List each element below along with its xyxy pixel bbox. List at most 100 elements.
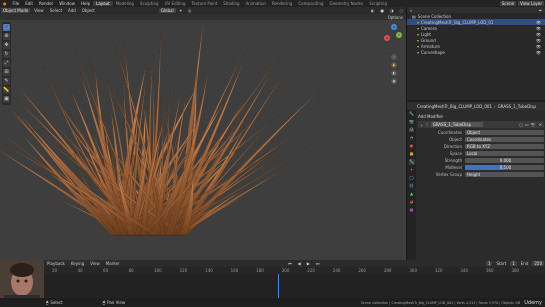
property-field[interactable]: Coordinates xyxy=(465,136,544,142)
gizmo-z-icon[interactable]: Z xyxy=(391,24,397,30)
timeline-menu-view[interactable]: View xyxy=(87,261,103,266)
add-cube-icon[interactable]: ▣ xyxy=(3,96,10,103)
tab-modeling[interactable]: Modeling xyxy=(113,1,137,6)
modifier-tab-icon[interactable]: 🔧 xyxy=(408,159,415,165)
grid-view-icon[interactable]: ▦ xyxy=(391,78,397,84)
camera-view-icon[interactable]: ◧ xyxy=(391,70,397,76)
tab-rendering[interactable]: Rendering xyxy=(269,1,295,6)
menu-render[interactable]: Render xyxy=(36,1,56,6)
visibility-eye-icon[interactable]: 👁 xyxy=(536,20,541,25)
property-field[interactable]: RGB to XYZ xyxy=(465,143,544,149)
blender-logo-icon[interactable]: ● xyxy=(0,1,10,6)
tab-layout[interactable]: Layout xyxy=(93,1,113,6)
navigation-gizmo[interactable]: Z Y X ⌕ ✋ ◧ ▦ xyxy=(382,24,404,104)
annotate-icon[interactable]: ✎ xyxy=(3,78,10,85)
proportional-edit-icon[interactable]: ◎ xyxy=(185,8,195,13)
modifier-name-field[interactable]: GRASS_1_TubeDisp xyxy=(430,122,483,127)
3d-viewport[interactable] xyxy=(0,20,406,260)
viewport-toggle-icon[interactable]: ▭ xyxy=(525,122,529,127)
outliner-item[interactable]: ▾ Curveshape 👁 xyxy=(407,49,545,55)
add-modifier-button[interactable]: Add Modifier xyxy=(418,114,443,119)
view-layer-selector[interactable]: View Layer xyxy=(518,1,544,6)
outliner-item[interactable]: ▾ CreatingMeshTr_Big_CLUMP_LOD_01 👁 xyxy=(407,19,545,25)
tab-animation[interactable]: Animation xyxy=(243,1,269,6)
jump-end-icon[interactable]: ⏭ xyxy=(313,261,323,266)
tool-tab-icon[interactable]: 🔧 xyxy=(409,111,415,117)
menu-edit[interactable]: Edit xyxy=(22,1,36,6)
play-icon[interactable]: ▶ xyxy=(304,261,313,266)
material-tab-icon[interactable]: ◕ xyxy=(409,199,415,205)
tab-compositing[interactable]: Compositing xyxy=(295,1,326,6)
menu-add[interactable]: Add xyxy=(65,8,79,13)
outliner-item[interactable]: ▾ Ground 👁 xyxy=(407,37,545,43)
menu-help[interactable]: Help xyxy=(78,1,93,6)
menu-view[interactable]: View xyxy=(31,8,47,13)
tab-geometry-nodes[interactable]: Geometry Nodes xyxy=(326,1,366,6)
menu-file[interactable]: File xyxy=(10,1,23,6)
timeline-menu-keying[interactable]: Keying xyxy=(68,261,87,266)
outliner-item[interactable]: ▾ Armature 👁 xyxy=(407,43,545,49)
outliner-item[interactable]: ▾ Camera 👁 xyxy=(407,25,545,31)
visibility-eye-icon[interactable]: 👁 xyxy=(536,50,541,55)
scene-selector[interactable]: Scene xyxy=(499,1,517,6)
scale-icon[interactable]: ⤢ xyxy=(3,60,10,67)
material-shading-icon[interactable]: ◑ xyxy=(387,8,397,13)
end-frame-field[interactable]: 250 xyxy=(532,261,544,266)
data-tab-icon[interactable]: ▲ xyxy=(409,191,415,197)
render-tab-icon[interactable]: 📷 xyxy=(409,119,415,125)
outliner-search-icon[interactable]: ⌕ xyxy=(410,8,412,13)
cursor-icon[interactable]: ⊕ xyxy=(3,33,10,40)
overlay-icon[interactable]: ◐ xyxy=(368,8,378,13)
texture-tab-icon[interactable]: ▦ xyxy=(409,207,415,213)
play-reverse-icon[interactable]: ◀ xyxy=(295,261,304,266)
tab-shading[interactable]: Shading xyxy=(220,1,242,6)
render-toggle-icon[interactable]: 📷 xyxy=(531,122,536,127)
tab-texture-paint[interactable]: Texture Paint xyxy=(188,1,220,6)
snap-icon[interactable]: ⌖ xyxy=(177,8,185,13)
scene-tab-icon[interactable]: ◔ xyxy=(409,135,415,141)
object-tab-icon[interactable]: ■ xyxy=(409,151,415,157)
select-box-icon[interactable]: ⬚ xyxy=(3,24,10,31)
property-field[interactable]: Object xyxy=(465,129,544,135)
tab-scripting[interactable]: Scripting xyxy=(366,1,390,6)
property-field[interactable]: 0.500 xyxy=(465,164,544,170)
mode-selector[interactable]: Object Mode xyxy=(1,8,31,13)
expand-icon[interactable]: ⌄ xyxy=(420,122,423,127)
edit-mode-toggle-icon[interactable]: ▢ xyxy=(519,122,523,127)
move-icon[interactable]: ✥ xyxy=(3,42,10,49)
transform-icon[interactable]: ⊞ xyxy=(3,69,10,76)
measure-icon[interactable]: 📏 xyxy=(3,87,10,94)
constraints-tab-icon[interactable]: ⛓ xyxy=(409,183,415,189)
timeline-menu-marker[interactable]: Marker xyxy=(103,261,123,266)
visibility-eye-icon[interactable]: 👁 xyxy=(536,32,541,37)
visibility-eye-icon[interactable]: 👁 xyxy=(536,44,541,49)
modifier-close-icon[interactable]: ✕ xyxy=(539,122,542,127)
start-frame-field[interactable]: 1 xyxy=(510,261,517,266)
property-field[interactable]: Local xyxy=(465,150,544,156)
menu-select[interactable]: Select xyxy=(47,8,65,13)
orientation-selector[interactable]: Global xyxy=(158,8,176,13)
visibility-eye-icon[interactable]: 👁 xyxy=(536,26,541,31)
zoom-icon[interactable]: ⌕ xyxy=(391,54,397,60)
playhead[interactable] xyxy=(278,274,279,298)
property-field[interactable]: Height xyxy=(465,171,544,177)
timeline-ruler[interactable]: 20 40 60 80 100 120 140 160 180 200 220 240 260 280 30… xyxy=(44,267,545,274)
visibility-eye-icon[interactable]: 👁 xyxy=(536,38,541,43)
property-field[interactable]: 0.000 xyxy=(465,157,544,163)
outliner-scene-collection[interactable]: Scene Collection xyxy=(418,14,451,19)
solid-shading-icon[interactable]: ● xyxy=(378,8,388,13)
jump-start-icon[interactable]: ⏮ xyxy=(285,261,295,266)
physics-tab-icon[interactable]: ◯ xyxy=(409,175,415,181)
timeline-track-area[interactable] xyxy=(44,274,545,298)
gizmo-y-icon[interactable]: Y xyxy=(396,32,402,38)
current-frame-field[interactable]: 1 xyxy=(485,261,493,266)
particles-tab-icon[interactable]: ✦ xyxy=(409,167,415,173)
outliner-item[interactable]: ▾ Light 👁 xyxy=(407,31,545,37)
output-tab-icon[interactable]: 🖨 xyxy=(409,127,415,133)
rotate-icon[interactable]: ↻ xyxy=(3,51,10,58)
filter-icon[interactable]: ⏷ xyxy=(539,8,542,13)
tab-sculpting[interactable]: Sculpting xyxy=(137,1,162,6)
options-button[interactable]: Options xyxy=(385,15,406,20)
timeline-menu-playback[interactable]: Playback xyxy=(44,261,68,266)
pan-hand-icon[interactable]: ✋ xyxy=(391,62,397,68)
